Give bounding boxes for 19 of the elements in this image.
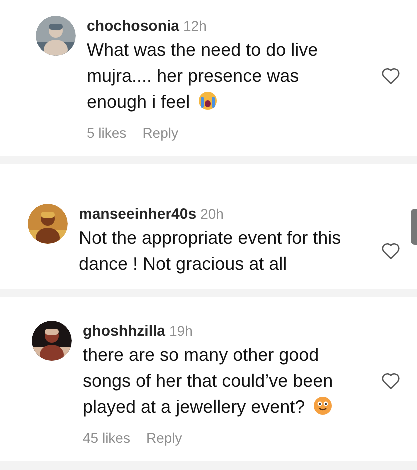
comment-text: there are so many other good songs of her that could’ve been played at a jewellery event? — [83, 344, 334, 419]
comment-text: Not the appropriate event for this dance ! Not gracious at all — [79, 227, 342, 276]
heart-icon[interactable] — [381, 67, 401, 85]
reply-link[interactable]: Reply — [146, 428, 182, 449]
timestamp: 20h — [200, 205, 224, 224]
username[interactable]: ghoshhzilla — [83, 322, 166, 342]
scrollbar-thumb[interactable] — [411, 209, 417, 245]
heart-icon[interactable] — [381, 242, 401, 260]
likes-count[interactable]: 45 likes — [83, 428, 130, 449]
timestamp: 12h — [184, 17, 207, 36]
likes-count[interactable]: 5 likes — [87, 123, 127, 144]
reply-link[interactable]: Reply — [142, 123, 178, 144]
heart-icon[interactable] — [381, 372, 401, 390]
smiling-face-icon — [313, 396, 334, 416]
username[interactable]: chochosonia — [87, 17, 180, 37]
crying-face-icon — [198, 91, 218, 111]
timestamp: 19h — [170, 322, 193, 341]
username[interactable]: manseeinher40s — [79, 205, 197, 225]
comment-text: What was the need to do live mujra.... her presence was enough i feel — [87, 39, 320, 114]
